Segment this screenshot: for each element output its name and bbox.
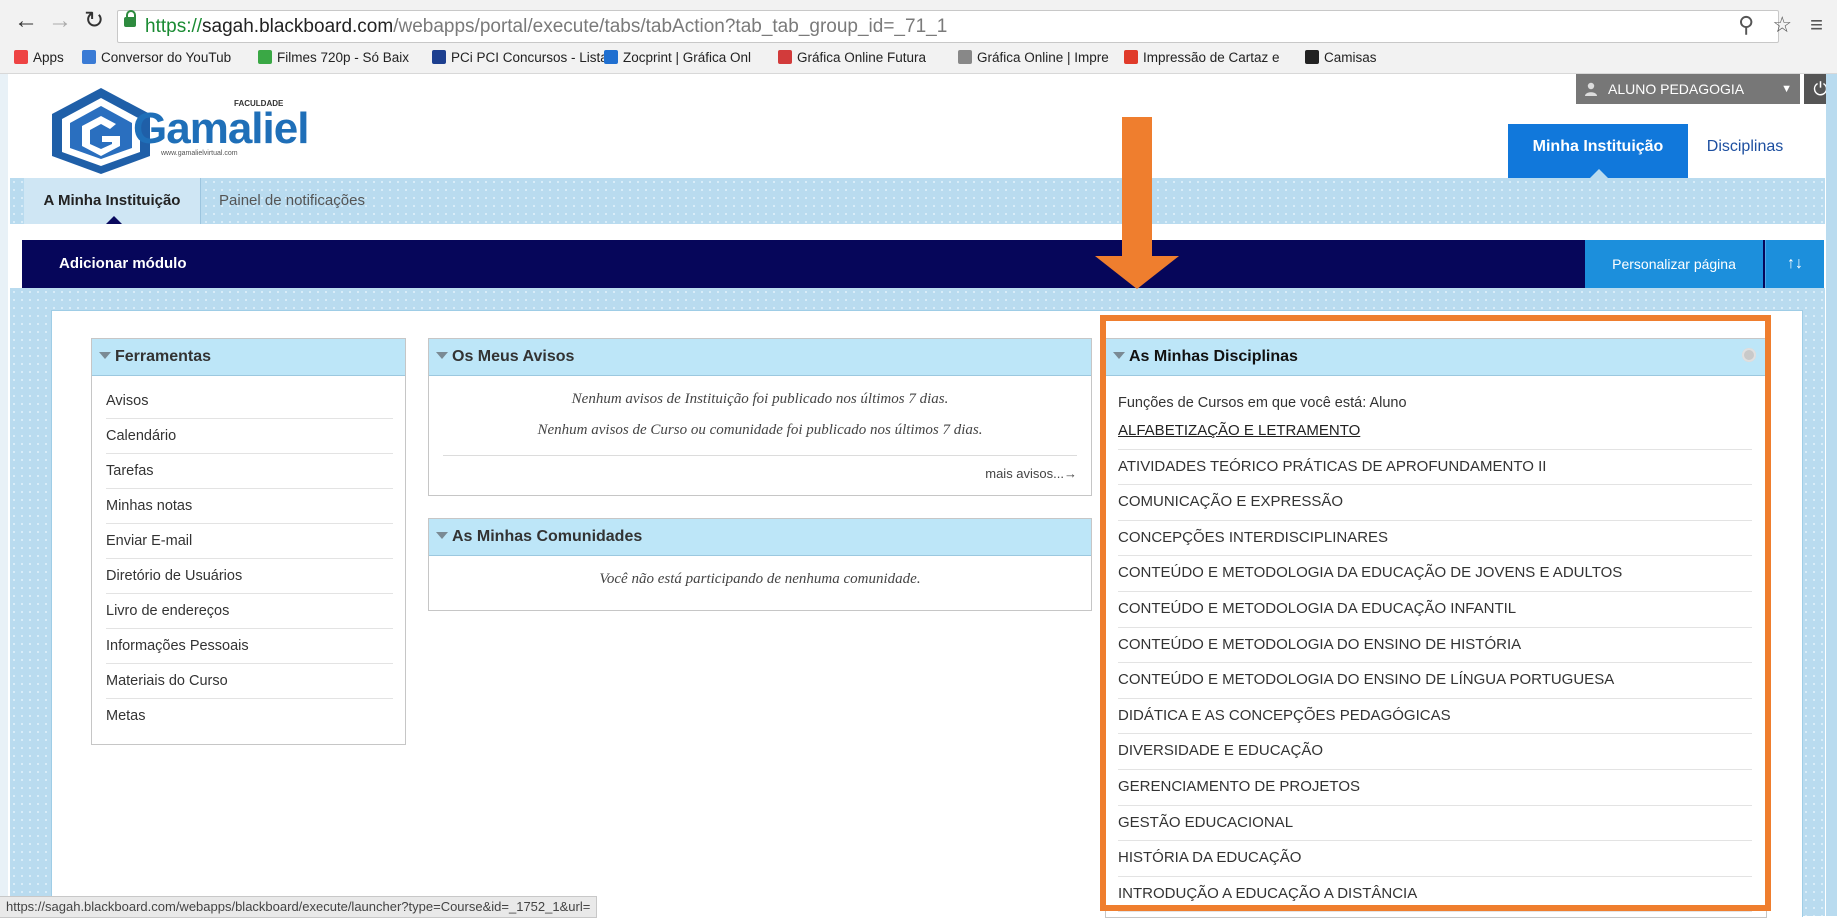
tools-list-item[interactable]: Livro de endereços: [106, 594, 393, 629]
institution-announcement-text: Nenhum avisos de Instituição foi publica…: [571, 391, 949, 407]
tools-list-item[interactable]: Metas: [106, 699, 393, 733]
bookmark-label: PCi PCI Concursos - Lista: [451, 50, 608, 65]
tools-list: Avisos Calendário Tarefas Minhas notas Envia…: [92, 376, 405, 733]
bookmark-label: Conversor do YouTub: [101, 50, 232, 65]
bookmark-item[interactable]: PCi PCI Concursos - Lista: [432, 50, 608, 65]
personalize-page-button[interactable]: Personalizar página: [1585, 240, 1763, 288]
tab-disciplinas[interactable]: Disciplinas: [1690, 124, 1800, 170]
logo-url: www.gamalielvirtual.com: [161, 150, 238, 157]
browser-toolbar: ← → ↻ https://sagah.blackboard.com/webap…: [0, 0, 1837, 50]
bookmark-label: Zocprint | Gráfica Onl: [623, 50, 752, 65]
logo-brand: Gamaliel: [133, 104, 309, 153]
module-bar: Adicionar módulo Personalizar página ↑↓: [22, 240, 1824, 288]
sub-navigation: A Minha Instituição Painel de notificaçõ…: [10, 178, 1825, 224]
url-scheme: https://: [145, 16, 203, 37]
tools-list-item[interactable]: Informações Pessoais: [106, 629, 393, 664]
chevron-down-icon[interactable]: ▼: [1781, 74, 1792, 104]
collapse-triangle-icon[interactable]: [436, 532, 448, 539]
announcements-module-header[interactable]: Os Meus Avisos: [429, 339, 1091, 376]
address-bar[interactable]: https://sagah.blackboard.com/webapps/por…: [117, 10, 1779, 43]
user-icon: [1585, 82, 1597, 96]
add-module-button[interactable]: Adicionar módulo: [59, 240, 187, 288]
bookmark-item[interactable]: Conversor do YouTub: [82, 50, 231, 65]
bookmark-icon: [958, 50, 972, 64]
tools-module: Ferramentas Avisos Calendário Tarefas Minha…: [91, 338, 406, 745]
reorder-icon[interactable]: ↑↓: [1765, 240, 1824, 288]
bookmark-label: Impressão de Cartaz e: [1143, 50, 1280, 65]
tab-minha-instituicao[interactable]: Minha Instituição: [1508, 124, 1688, 178]
tools-list-item[interactable]: Minhas notas: [106, 489, 393, 524]
lock-icon: [124, 10, 136, 27]
subtab-painel-notificacoes[interactable]: Painel de notificações: [202, 178, 382, 224]
bookmark-item[interactable]: Filmes 720p - Só Baix: [258, 50, 409, 65]
bookmark-icon: [258, 50, 272, 64]
url-path: /webapps/portal/execute/tabs/tabAction?t…: [393, 16, 948, 37]
tools-list-item[interactable]: Enviar E-mail: [106, 524, 393, 559]
highlight-box: [1100, 315, 1771, 911]
status-bar-url: https://sagah.blackboard.com/webapps/bla…: [0, 896, 598, 918]
tools-module-header[interactable]: Ferramentas: [92, 339, 405, 376]
forward-arrow-icon[interactable]: →: [48, 6, 72, 36]
url-text[interactable]: https://sagah.blackboard.com/webapps/por…: [145, 11, 947, 42]
bookmark-label: Camisas: [1324, 50, 1377, 65]
url-host: sagah.blackboard.com: [202, 16, 394, 37]
bookmarks-bar: Apps Conversor do YouTub Filmes 720p - Só …: [0, 47, 1837, 74]
bookmark-item[interactable]: Apps: [14, 50, 64, 65]
bookmark-icon: [14, 50, 28, 64]
tools-list-item[interactable]: Materiais do Curso: [106, 664, 393, 699]
communities-module-header[interactable]: As Minhas Comunidades: [429, 519, 1091, 556]
bookmark-label: Gráfica Online | Impre: [977, 50, 1109, 65]
bookmark-item[interactable]: Impressão de Cartaz e: [1124, 50, 1280, 65]
bookmark-icon: [82, 50, 96, 64]
collapse-triangle-icon[interactable]: [99, 352, 111, 359]
tools-list-item[interactable]: Diretório de Usuários: [106, 559, 393, 594]
bookmark-item[interactable]: Camisas: [1305, 50, 1377, 65]
bookmark-icon: [604, 50, 618, 64]
communities-module: As Minhas Comunidades Você não está part…: [428, 518, 1092, 611]
arrow-head: [1095, 256, 1179, 289]
bookmark-item[interactable]: Gráfica Online | Impre: [958, 50, 1109, 65]
tools-list-item[interactable]: Calendário: [106, 419, 393, 454]
bookmark-item[interactable]: Zocprint | Gráfica Onl: [604, 50, 751, 65]
bookmark-icon: [432, 50, 446, 64]
reload-icon[interactable]: ↻: [82, 6, 106, 36]
left-edge: [0, 74, 8, 916]
back-arrow-icon[interactable]: ←: [14, 6, 38, 36]
bookmark-icon: [1124, 50, 1138, 64]
announcements-module: Os Meus Avisos Nenhum avisos de Institui…: [428, 338, 1092, 496]
tools-list-item[interactable]: Avisos: [106, 384, 393, 419]
bookmark-label: Gráfica Online Futura: [797, 50, 927, 65]
communities-empty-text: Você não está participando de nenhuma co…: [599, 571, 921, 587]
user-name: ALUNO PEDAGOGIA: [1608, 81, 1745, 97]
announcements-title: Os Meus Avisos: [452, 348, 575, 365]
bookmark-label: Filmes 720p - Só Baix: [277, 50, 410, 65]
subtab-a-minha-instituicao[interactable]: A Minha Instituição: [24, 178, 201, 224]
divider: [443, 455, 1077, 456]
tools-list-item[interactable]: Tarefas: [106, 454, 393, 489]
course-announcement-text: Nenhum avisos de Curso ou comunidade foi…: [537, 422, 983, 438]
arrow-down-icon: [1122, 117, 1152, 257]
collapse-triangle-icon[interactable]: [436, 352, 448, 359]
bookmark-label: Apps: [33, 50, 64, 65]
more-announcements-link[interactable]: mais avisos...→: [985, 466, 1077, 481]
bookmark-item[interactable]: Gráfica Online Futura: [778, 50, 926, 65]
user-menu[interactable]: ALUNO PEDAGOGIA ▼: [1576, 74, 1800, 104]
browser-menu-icons[interactable]: ⚲ ☆ ≡: [1738, 12, 1829, 38]
bookmark-icon: [778, 50, 792, 64]
scrollbar[interactable]: [1826, 74, 1837, 916]
tools-title: Ferramentas: [115, 348, 212, 365]
communities-title: As Minhas Comunidades: [452, 528, 643, 545]
bookmark-icon: [1305, 50, 1319, 64]
